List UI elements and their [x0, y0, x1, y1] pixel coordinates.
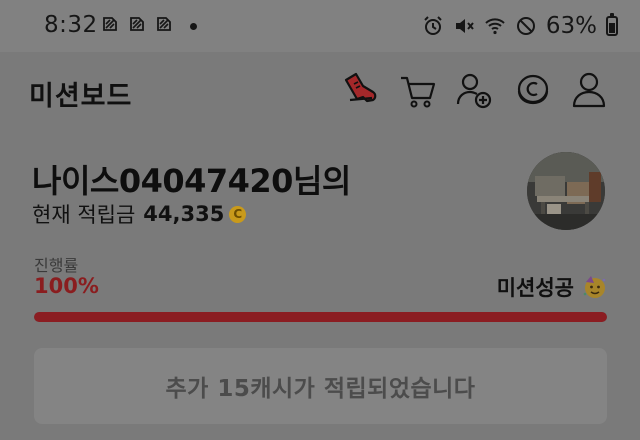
- battery-percent: 63%: [545, 13, 597, 39]
- coin-icon: C: [229, 205, 247, 223]
- wifi-icon: [485, 18, 505, 35]
- sync-icon: [103, 17, 117, 31]
- mission-status: 미션성공: [497, 272, 608, 302]
- greeting-name: 나이스04047420님의: [32, 162, 351, 200]
- add-friend-icon[interactable]: [455, 70, 493, 110]
- battery-icon: [606, 13, 618, 36]
- page-title: 미션보드: [29, 81, 133, 112]
- status-time: 8:32: [44, 12, 98, 38]
- status-bar: 8:32 63%: [0, 0, 640, 52]
- progress-bar: [34, 312, 607, 322]
- progress-percent: 100%: [34, 274, 99, 298]
- sneaker-icon[interactable]: [340, 70, 378, 110]
- profile-icon[interactable]: [570, 70, 608, 110]
- progress-bar-fill: [34, 312, 607, 322]
- points-label: 현재 적립금: [32, 203, 136, 227]
- do-not-disturb-icon: [516, 17, 535, 35]
- points-value: 44,335: [143, 202, 225, 226]
- notification-dot: [190, 23, 197, 30]
- progress-label: 진행률: [34, 256, 79, 275]
- mission-status-text: 미션성공: [496, 276, 574, 300]
- sync-icon: [130, 17, 144, 31]
- notification-icons: [100, 14, 174, 34]
- system-status: 63%: [422, 13, 618, 39]
- avatar-photo: [527, 152, 605, 230]
- avatar[interactable]: [527, 152, 605, 230]
- mute-icon: [455, 19, 474, 33]
- alarm-icon: [424, 16, 442, 35]
- reward-status-button[interactable]: 추가 15캐시가 적립되었습니다: [34, 348, 607, 424]
- header-toolbar: [340, 70, 620, 112]
- coin-icon[interactable]: [514, 70, 552, 110]
- party-face-icon: [582, 274, 608, 300]
- sync-icon: [157, 17, 171, 31]
- points-row: 현재 적립금 44,335 C: [32, 199, 247, 229]
- cart-icon[interactable]: [398, 70, 436, 110]
